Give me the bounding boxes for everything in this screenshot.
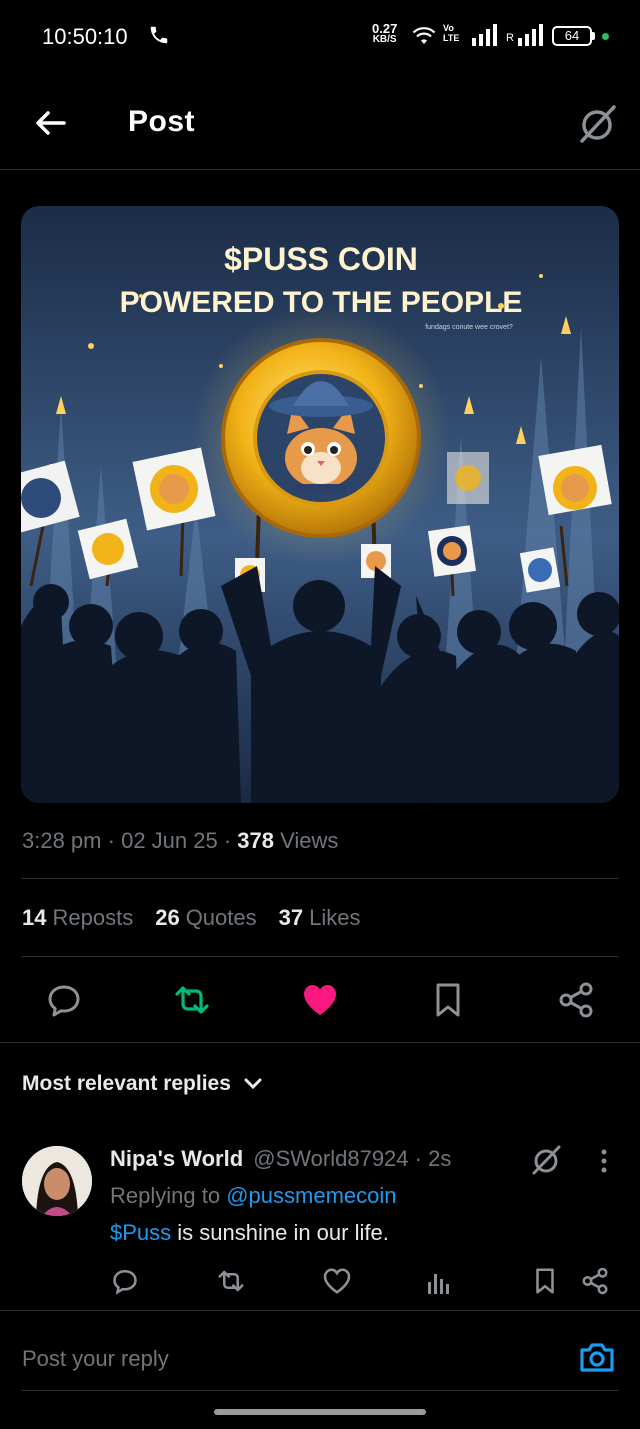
wifi-icon [412, 27, 436, 44]
reply-time: 2s [428, 1146, 452, 1171]
reply-header: Nipa's World @SWorld87924 · 2s [110, 1146, 451, 1172]
views-count: 378 [237, 828, 275, 853]
avatar[interactable] [22, 1146, 92, 1216]
bookmark-icon[interactable] [530, 1266, 560, 1296]
post-meta: 3:28 pm · 02 Jun 25 · 378 Views [22, 828, 338, 854]
battery-icon: 64 [552, 26, 592, 46]
signal-icon [472, 24, 497, 46]
like-icon[interactable] [300, 980, 340, 1020]
divider [0, 1042, 640, 1043]
post-time: 3:28 pm [22, 828, 102, 853]
phone-icon [150, 26, 168, 44]
divider [22, 878, 618, 879]
reposts-count: 14 [22, 905, 47, 930]
reply-icon[interactable] [110, 1266, 140, 1296]
grok-icon[interactable] [528, 1142, 564, 1178]
reply-item[interactable]: Nipa's World @SWorld87924 · 2s Replying … [0, 1130, 640, 1310]
arrow-left-icon[interactable] [30, 103, 70, 143]
page-title: Post [128, 105, 196, 138]
like-icon[interactable] [322, 1266, 352, 1296]
share-icon[interactable] [580, 1266, 610, 1296]
reposts-stat[interactable]: 14 Reposts [22, 905, 133, 931]
reply-text: $Puss is sunshine in our life. [110, 1220, 389, 1246]
more-options-icon[interactable] [592, 1146, 616, 1176]
post-date: 02 Jun 25 [121, 828, 218, 853]
grok-icon[interactable] [574, 101, 620, 147]
divider [0, 1310, 640, 1311]
meta-separator: · [414, 1146, 429, 1171]
repost-icon[interactable] [216, 1266, 246, 1296]
repost-icon[interactable] [172, 980, 212, 1020]
post-image[interactable]: $PUSS COIN POWERED TO THE PEOPLE fundags… [21, 206, 619, 803]
cashtag-link[interactable]: $Puss [110, 1220, 171, 1245]
reply-display-name[interactable]: Nipa's World [110, 1146, 243, 1171]
post-header: Post [0, 75, 640, 170]
replies-sort-label: Most relevant replies [22, 1072, 231, 1095]
signal-icon [518, 24, 543, 46]
volte-indicator: Vo LTE [443, 23, 459, 43]
privacy-dot [602, 33, 609, 40]
reply-handle[interactable]: @SWorld87924 [253, 1146, 408, 1171]
post-actions [0, 970, 640, 1030]
replying-to-handle[interactable]: @pussmemecoin [226, 1183, 396, 1208]
reply-text-body: is sunshine in our life. [171, 1220, 389, 1245]
meta-separator: · [223, 828, 238, 853]
meta-separator: · [107, 828, 122, 853]
composer-underline [22, 1390, 618, 1391]
camera-icon[interactable] [578, 1338, 616, 1376]
quotes-label: Quotes [185, 905, 257, 930]
reply-input[interactable]: Post your reply [22, 1346, 169, 1372]
image-small-caption: fundags conute wee crovet? [425, 324, 513, 331]
reposts-label: Reposts [52, 905, 134, 930]
network-speed: 0.27 KB/S [372, 22, 397, 45]
post-stats: 14 Reposts 26 Quotes 37 Likes [22, 905, 360, 931]
replying-to: Replying to @pussmemecoin [110, 1183, 397, 1209]
quotes-count: 26 [155, 905, 180, 930]
replies-sort-dropdown[interactable]: Most relevant replies [22, 1072, 263, 1096]
chevron-down-icon [244, 1078, 262, 1090]
views-label: Views [280, 828, 339, 853]
volte-top: Vo [443, 23, 454, 33]
status-time: 10:50:10 [42, 24, 128, 49]
reply-composer: Post your reply [0, 1312, 640, 1392]
analytics-icon[interactable] [424, 1266, 454, 1296]
likes-label: Likes [309, 905, 361, 930]
divider [22, 956, 618, 957]
replying-to-label: Replying to [110, 1183, 221, 1208]
reply-icon[interactable] [44, 980, 84, 1020]
puss-coin-artwork: $PUSS COIN POWERED TO THE PEOPLE fundags… [21, 206, 619, 803]
quotes-stat[interactable]: 26 Quotes [155, 905, 256, 931]
home-indicator[interactable] [214, 1409, 426, 1415]
image-headline-1: $PUSS COIN [224, 241, 418, 277]
likes-stat[interactable]: 37 Likes [279, 905, 361, 931]
net-speed-unit: KB/S [372, 34, 397, 45]
battery-tip [592, 32, 595, 40]
volte-bottom: LTE [443, 33, 460, 43]
status-bar: 10:50:10 0.27 KB/S Vo LTE R 64 [0, 0, 640, 75]
sim2-label: R [506, 32, 514, 44]
share-icon[interactable] [556, 980, 596, 1020]
bookmark-icon[interactable] [428, 980, 468, 1020]
likes-count: 37 [278, 905, 304, 930]
